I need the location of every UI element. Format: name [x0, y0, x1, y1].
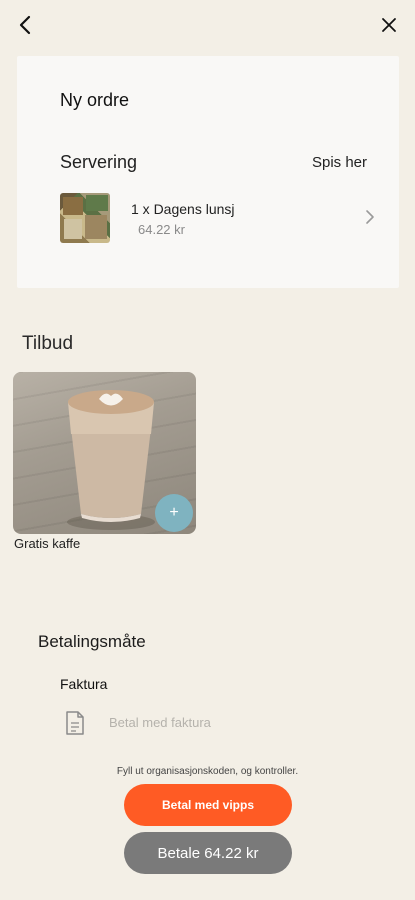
- top-bar: [0, 0, 415, 52]
- offers-heading: Tilbud: [22, 333, 74, 354]
- payment-heading: Betalingsmåte: [38, 632, 146, 651]
- invoice-label: Faktura: [60, 676, 108, 692]
- chevron-left-icon: [19, 15, 31, 35]
- order-card: Ny ordre Servering Spis her 1 x Dagens l…: [17, 56, 399, 288]
- item-thumbnail: [60, 193, 110, 243]
- pay-with-invoice-option[interactable]: Betal med faktura: [60, 704, 360, 744]
- order-title: Ny ordre: [60, 90, 130, 110]
- item-name: 1 x Dagens lunsj: [131, 201, 235, 217]
- pay-button[interactable]: Betale 64.22 kr: [124, 832, 292, 874]
- back-button[interactable]: [14, 13, 38, 37]
- order-item[interactable]: 1 x Dagens lunsj 64.22 kr: [60, 193, 380, 245]
- add-offer-button[interactable]: +: [155, 494, 193, 532]
- offer-label: Gratis kaffe: [14, 536, 81, 551]
- invoice-option-label: Betal med faktura: [109, 715, 211, 730]
- close-icon: [382, 18, 396, 32]
- serving-option[interactable]: Spis her: [312, 154, 367, 171]
- close-button[interactable]: [377, 13, 401, 37]
- hint-text: Fyll ut organisasjonskoden, og kontrolle…: [116, 766, 299, 777]
- document-icon: [66, 711, 84, 735]
- item-price: 64.22 kr: [138, 222, 185, 237]
- pay-with-vipps-button[interactable]: Betal med vipps: [124, 784, 292, 826]
- chevron-right-icon: [366, 210, 374, 224]
- serving-label: Servering: [60, 152, 138, 172]
